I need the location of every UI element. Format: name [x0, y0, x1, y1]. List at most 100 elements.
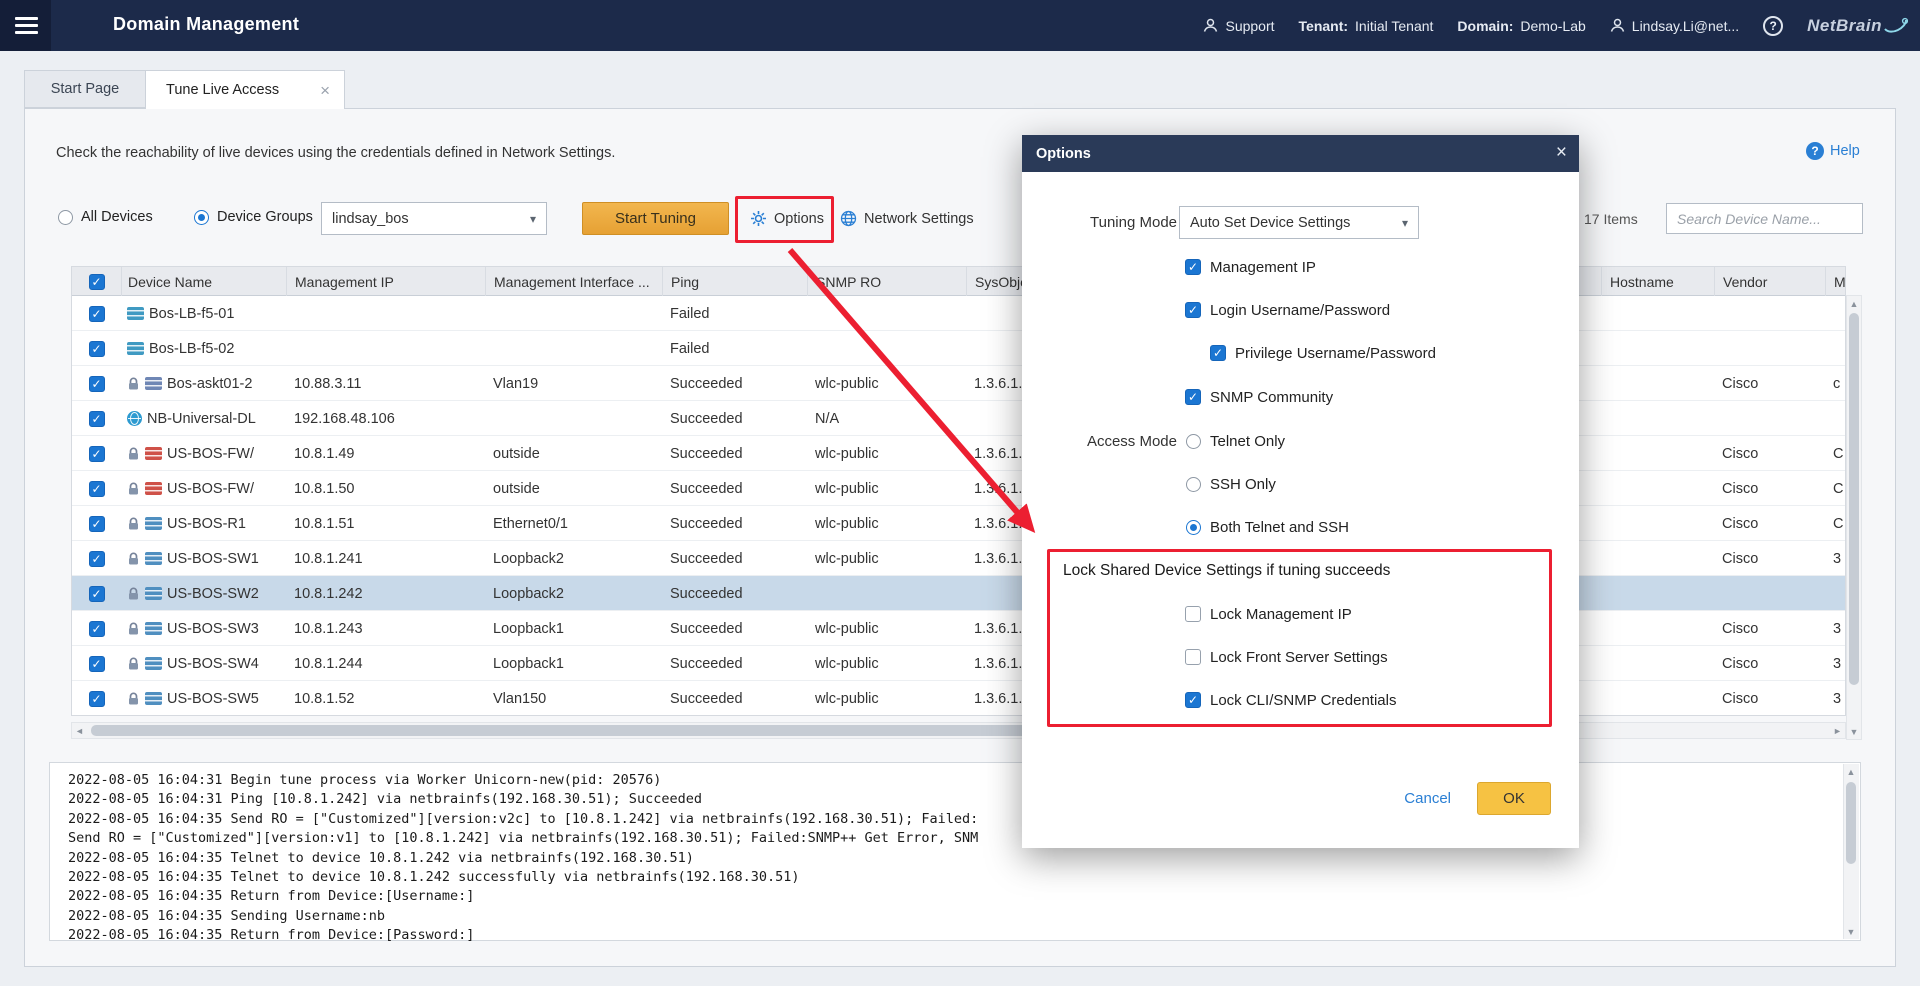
search-input[interactable] — [1675, 210, 1860, 228]
column-header-ping[interactable]: Ping — [662, 267, 807, 296]
column-header-model[interactable]: Model — [1825, 267, 1846, 296]
hamburger-menu-icon[interactable] — [15, 17, 38, 38]
cancel-button[interactable]: Cancel — [1404, 790, 1451, 807]
radio-icon[interactable] — [1186, 477, 1201, 492]
support-link[interactable]: Support — [1203, 18, 1274, 34]
table-horizontal-scrollbar[interactable]: ◄ ► — [71, 722, 1846, 739]
column-header-management-interface[interactable]: Management Interface ... — [485, 267, 662, 296]
table-row[interactable]: ✓US-BOS-SW110.8.1.241Loopback2Succeededw… — [72, 541, 1845, 576]
start-tuning-button[interactable]: Start Tuning — [582, 202, 729, 235]
radio-label: SSH Only — [1210, 476, 1276, 493]
select-all-checkbox[interactable]: ✓ — [89, 274, 105, 290]
scrollbar-thumb[interactable] — [1846, 782, 1856, 864]
table-row[interactable]: ✓Bos-LB-f5-01Failed — [72, 296, 1845, 331]
domain-label: Domain: — [1457, 18, 1513, 34]
dialog-checkbox-row[interactable]: ✓Login Username/Password — [1185, 300, 1390, 320]
dialog-checkbox-row[interactable]: ✓Management IP — [1185, 257, 1316, 277]
table-row[interactable]: ✓Bos-askt01-210.88.3.11Vlan19Succeededwl… — [72, 366, 1845, 401]
row-checkbox[interactable]: ✓ — [89, 446, 105, 462]
dialog-title-bar[interactable]: Options × — [1022, 135, 1579, 172]
dialog-close-icon[interactable]: × — [1556, 142, 1567, 164]
checkbox[interactable]: ✓ — [1185, 692, 1201, 708]
radio-device-groups[interactable]: Device Groups — [194, 209, 313, 225]
checkbox[interactable]: ✓ — [1185, 389, 1201, 405]
scroll-up-icon[interactable]: ▲ — [1847, 296, 1861, 311]
scroll-right-icon[interactable]: ► — [1830, 723, 1845, 738]
access-mode-radio-row[interactable]: SSH Only — [1186, 474, 1276, 494]
radio-icon[interactable] — [194, 210, 209, 225]
checkbox[interactable] — [1185, 649, 1201, 665]
search-box[interactable] — [1666, 203, 1863, 234]
tab-close-icon[interactable]: × — [320, 82, 330, 99]
help-icon[interactable]: ? — [1763, 16, 1783, 36]
table-row[interactable]: ✓US-BOS-FW/10.8.1.50outsideSucceededwlc-… — [72, 471, 1845, 506]
table-row[interactable]: ✓Bos-LB-f5-02Failed — [72, 331, 1845, 366]
radio-icon[interactable] — [58, 210, 73, 225]
table-row[interactable]: ✓NB-Universal-DL192.168.48.106SucceededN… — [72, 401, 1845, 436]
column-header-snmp-ro[interactable]: SNMP RO — [807, 267, 966, 296]
row-checkbox[interactable]: ✓ — [89, 376, 105, 392]
table-row[interactable]: ✓US-BOS-SW410.8.1.244Loopback1Succeededw… — [72, 646, 1845, 681]
scrollbar-thumb[interactable] — [1849, 313, 1859, 685]
radio-icon[interactable] — [1186, 434, 1201, 449]
user-menu[interactable]: Lindsay.Li@net... — [1610, 18, 1739, 34]
tab-tune-live-access[interactable]: Tune Live Access × — [145, 70, 345, 109]
scroll-left-icon[interactable]: ◄ — [72, 723, 87, 738]
checkbox[interactable]: ✓ — [1185, 259, 1201, 275]
tuning-mode-select[interactable]: Auto Set Device Settings ▾ — [1179, 206, 1419, 239]
dialog-checkbox-row[interactable]: ✓SNMP Community — [1185, 387, 1333, 407]
ping-status: Succeeded — [662, 576, 807, 611]
row-checkbox[interactable]: ✓ — [89, 481, 105, 497]
access-mode-radio-row[interactable]: Both Telnet and SSH — [1186, 517, 1349, 537]
row-checkbox[interactable]: ✓ — [89, 551, 105, 567]
lock-checkbox-row[interactable]: Lock Front Server Settings — [1185, 647, 1388, 667]
options-button[interactable]: Options — [750, 210, 824, 227]
log-line: 2022-08-05 16:04:35 Telnet to device 10.… — [68, 868, 1836, 887]
row-checkbox[interactable]: ✓ — [89, 306, 105, 322]
management-interface: Vlan150 — [485, 681, 662, 716]
table-row[interactable]: ✓US-BOS-SW510.8.1.52Vlan150Succeededwlc-… — [72, 681, 1845, 716]
snmp-ro: wlc-public — [807, 681, 966, 716]
row-checkbox[interactable]: ✓ — [89, 411, 105, 427]
table-row[interactable]: ✓US-BOS-SW310.8.1.243Loopback1Succeededw… — [72, 611, 1845, 646]
table-row[interactable]: ✓US-BOS-FW/10.8.1.49outsideSucceededwlc-… — [72, 436, 1845, 471]
checkbox[interactable]: ✓ — [1185, 302, 1201, 318]
table-row[interactable]: ✓US-BOS-R110.8.1.51Ethernet0/1Succeededw… — [72, 506, 1845, 541]
gear-icon — [750, 210, 767, 227]
radio-icon[interactable] — [1186, 520, 1201, 535]
help-link[interactable]: ? Help — [1806, 142, 1860, 160]
checkbox[interactable] — [1185, 606, 1201, 622]
items-count: 17 Items — [1584, 211, 1638, 227]
ping-status: Succeeded — [662, 436, 807, 471]
column-header-management-ip[interactable]: Management IP — [286, 267, 485, 296]
table-row[interactable]: ✓US-BOS-SW210.8.1.242Loopback2Succeeded — [72, 576, 1845, 611]
radio-all-devices[interactable]: All Devices — [58, 209, 153, 225]
row-checkbox[interactable]: ✓ — [89, 586, 105, 602]
column-header-vendor[interactable]: Vendor — [1714, 267, 1825, 296]
column-header-hostname[interactable]: Hostname — [1601, 267, 1714, 296]
checkbox[interactable]: ✓ — [1210, 345, 1226, 361]
row-checkbox[interactable]: ✓ — [89, 516, 105, 532]
column-header-device-name[interactable]: Device Name — [121, 267, 286, 296]
row-checkbox[interactable]: ✓ — [89, 341, 105, 357]
ok-button[interactable]: OK — [1477, 782, 1551, 815]
network-settings-button[interactable]: Network Settings — [840, 210, 974, 227]
lock-checkbox-row[interactable]: ✓Lock CLI/SNMP Credentials — [1185, 690, 1396, 710]
device-group-select[interactable]: lindsay_bos ▾ — [321, 202, 547, 235]
scroll-down-icon[interactable]: ▼ — [1847, 724, 1861, 739]
tab-start-page[interactable]: Start Page — [24, 70, 146, 108]
log-vertical-scrollbar[interactable]: ▲ ▼ — [1843, 764, 1859, 939]
scroll-up-icon[interactable]: ▲ — [1844, 764, 1858, 779]
access-mode-radio-row[interactable]: Telnet Only — [1186, 431, 1285, 451]
device-icon — [145, 552, 162, 565]
scrollbar-thumb[interactable] — [91, 725, 1041, 736]
table-vertical-scrollbar[interactable]: ▲ ▼ — [1846, 295, 1862, 740]
dialog-checkbox-row[interactable]: ✓Privilege Username/Password — [1210, 343, 1436, 363]
lock-checkbox-row[interactable]: Lock Management IP — [1185, 604, 1352, 624]
row-checkbox[interactable]: ✓ — [89, 621, 105, 637]
row-checkbox[interactable]: ✓ — [89, 691, 105, 707]
vendor: Cisco — [1714, 506, 1825, 541]
select-value: Auto Set Device Settings — [1190, 215, 1350, 231]
row-checkbox[interactable]: ✓ — [89, 656, 105, 672]
scroll-down-icon[interactable]: ▼ — [1844, 924, 1858, 939]
